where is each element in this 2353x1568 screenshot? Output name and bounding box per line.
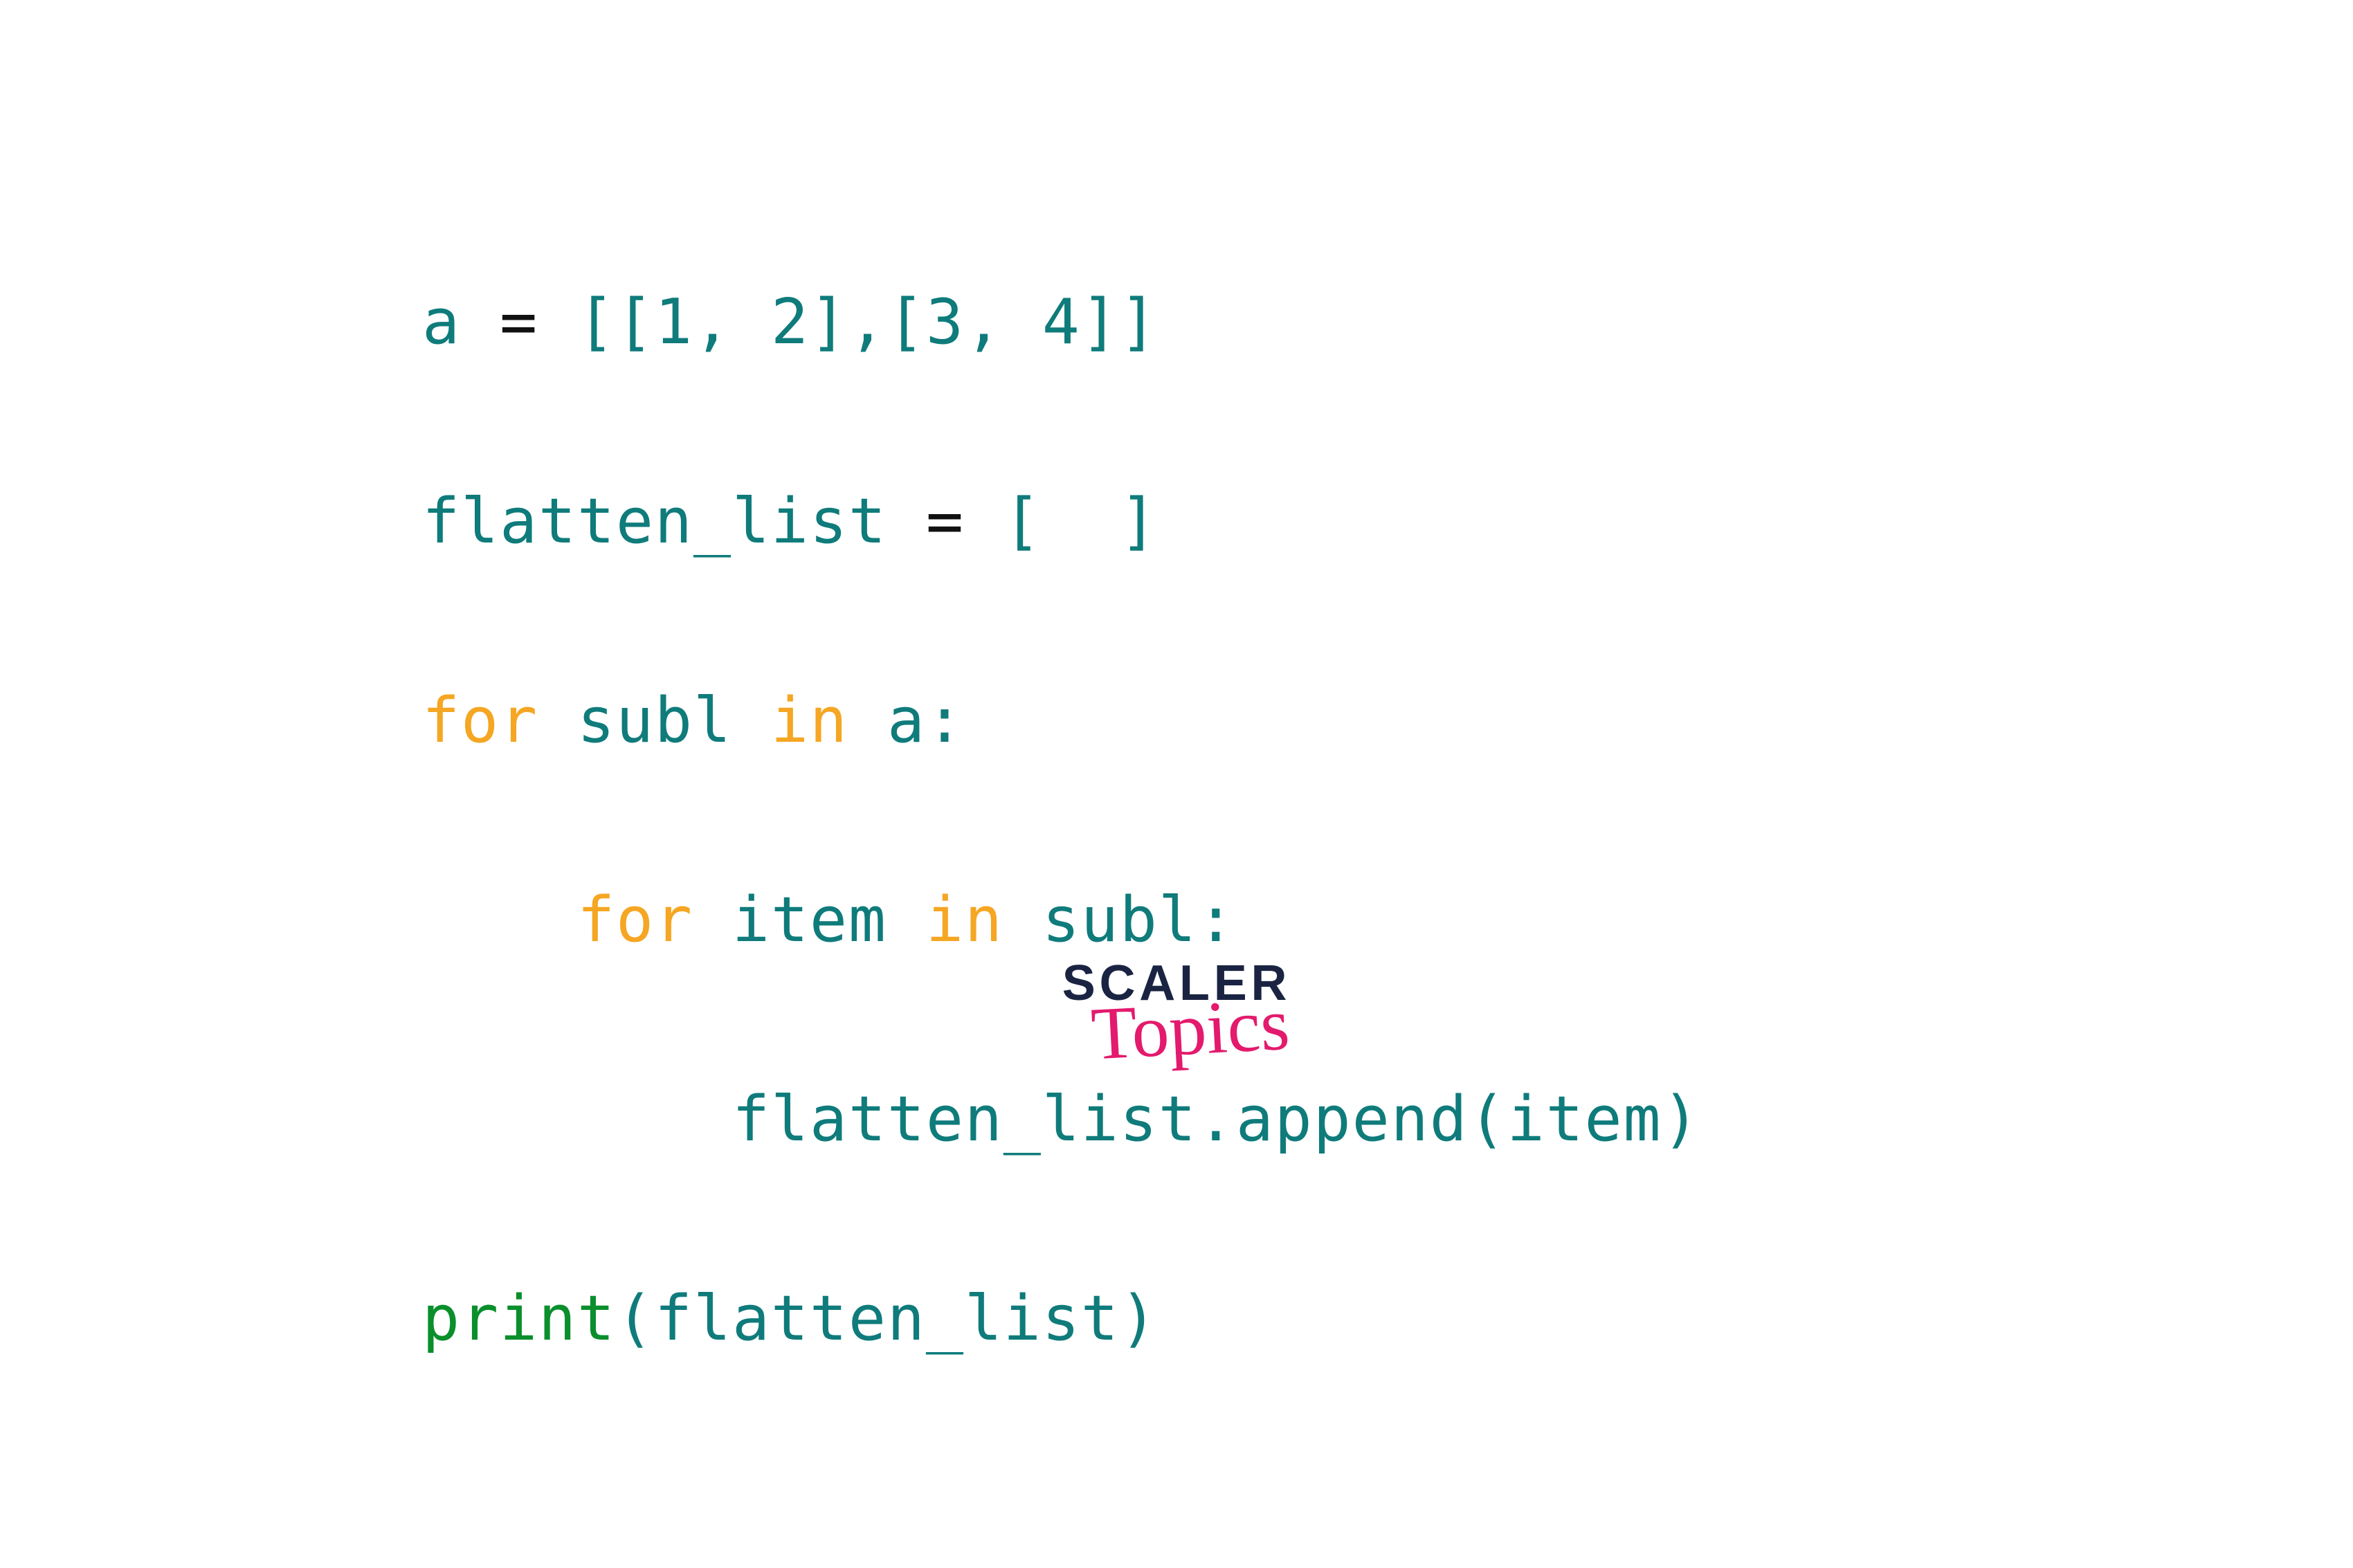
append-call: flatten_list.append(item) [732,1083,1701,1156]
scaler-topics-logo: SCALER Topics [1062,955,1291,1067]
empty-list-literal: [ ] [1003,485,1159,558]
code-line-3: for subl in a: [422,671,1701,771]
loop-iterable-a: a: [848,684,965,757]
keyword-for: for [422,684,538,757]
keyword-in: in [771,684,848,757]
indent [422,884,577,956]
loop-var-item: item [693,884,926,956]
equals-operator: = [500,286,577,358]
code-line-6: print(flatten_list) [422,1269,1701,1369]
print-arg: (flatten_list) [616,1282,1159,1355]
code-line-2: flatten_list = [ ] [422,472,1701,572]
equals-operator: = [926,485,1003,558]
loop-var-subl: subl [538,684,771,757]
builtin-print: print [422,1282,616,1355]
code-line-1: a = [[1, 2],[3, 4]] [422,273,1701,372]
code-snippet-slide: a = [[1, 2],[3, 4]] flatten_list = [ ] f… [0,0,2353,1194]
logo-text-sub: Topics [1088,987,1293,1072]
loop-iterable-subl: subl: [1003,884,1236,956]
list-literal: [[1, 2],[3, 4]] [577,286,1159,358]
identifier-a: a [422,286,500,358]
indent [422,1083,732,1156]
code-block: a = [[1, 2],[3, 4]] flatten_list = [ ] f… [422,173,1701,1568]
keyword-for: for [577,884,693,956]
identifier-flatten-list: flatten_list [422,485,926,558]
code-line-5: flatten_list.append(item) [422,1070,1701,1169]
keyword-in: in [926,884,1003,956]
